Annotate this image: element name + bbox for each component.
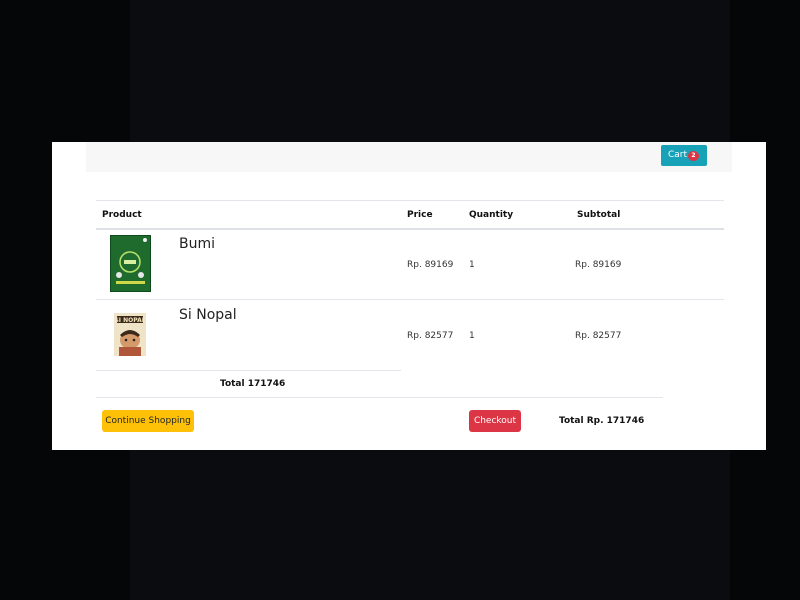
column-header-subtotal: Subtotal bbox=[577, 210, 621, 220]
bumi-book-cover-image bbox=[110, 235, 151, 292]
grand-total: Total Rp. 171746 bbox=[559, 416, 645, 426]
row-divider bbox=[96, 370, 401, 371]
table-top-border bbox=[96, 200, 724, 201]
product-subtotal: Rp. 89169 bbox=[575, 260, 622, 270]
product-name: Si Nopal bbox=[179, 307, 237, 323]
product-price: Rp. 89169 bbox=[407, 260, 454, 270]
product-price: Rp. 82577 bbox=[407, 331, 454, 341]
si-nopal-book-cover-image: SI NOPAL bbox=[114, 313, 146, 356]
product-subtotal: Rp. 82577 bbox=[575, 331, 622, 341]
column-header-price: Price bbox=[407, 210, 433, 220]
header-divider bbox=[96, 228, 724, 230]
table-total: Total 171746 bbox=[220, 379, 286, 389]
column-header-product: Product bbox=[102, 210, 142, 220]
table-bottom-border bbox=[96, 397, 663, 398]
product-name: Bumi bbox=[179, 236, 216, 252]
column-header-quantity: Quantity bbox=[469, 210, 514, 220]
row-divider bbox=[96, 299, 724, 300]
cart-button[interactable]: Cart 2 bbox=[661, 145, 707, 166]
cart-count-badge: 2 bbox=[688, 151, 699, 161]
svg-text:SI NOPAL: SI NOPAL bbox=[114, 317, 145, 324]
product-quantity: 1 bbox=[469, 260, 475, 270]
checkout-button[interactable]: Checkout bbox=[469, 410, 521, 432]
cart-page: Cart 2 Product Price Quantity Subtotal B… bbox=[52, 142, 766, 450]
navbar: Cart 2 bbox=[86, 142, 732, 172]
product-quantity: 1 bbox=[469, 331, 475, 341]
cart-button-label: Cart bbox=[668, 150, 688, 160]
continue-shopping-button[interactable]: Continue Shopping bbox=[102, 410, 194, 432]
